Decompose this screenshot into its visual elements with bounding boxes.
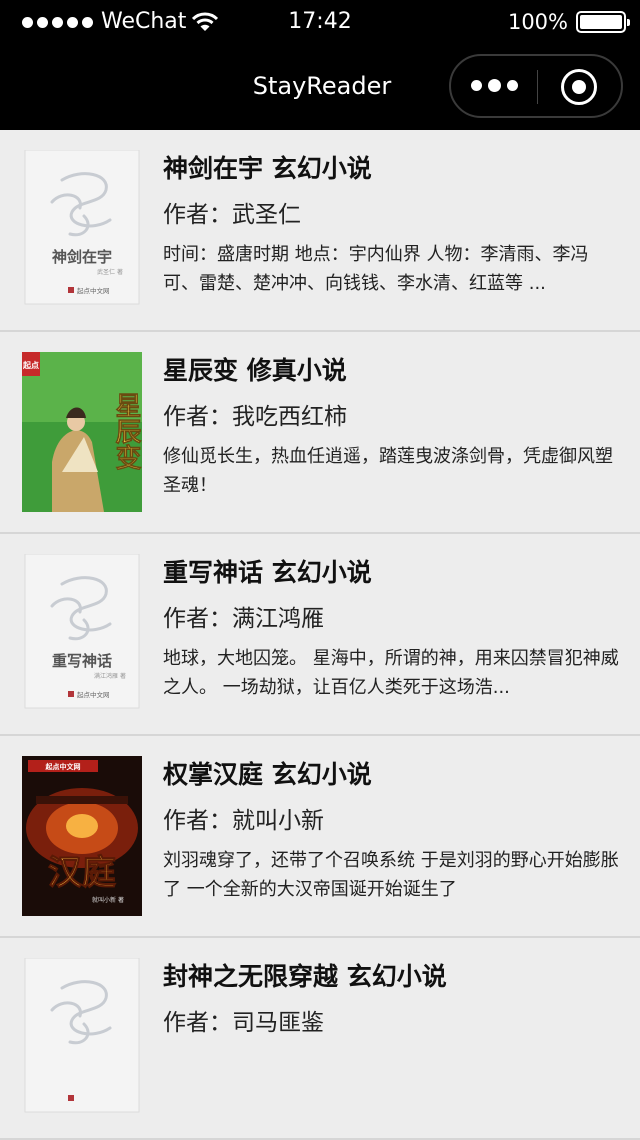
svg-text:星辰变: 星辰变 [111,392,141,470]
svg-text:武圣仁 著: 武圣仁 著 [97,268,123,276]
book-author: 作者：我吃西红柿 [163,404,347,430]
battery-icon [576,11,630,33]
battery-fill [580,15,622,29]
book-title: 权掌汉庭 玄幻小说 [163,760,372,789]
book-description: 刘羽魂穿了，还带了个召唤系统 于是刘羽的野心开始膨胀了 一个全新的大汉帝国诞开始… [163,850,619,900]
svg-text:满江鸿雁 著: 满江鸿雁 著 [94,672,126,680]
book-list: 神剑在宇 武圣仁 著起点中文网 神剑在宇 玄幻小说 作者：武圣仁 时间：盛唐时期 地点：… [0,130,640,1140]
book-list-item[interactable]: 起点中文网 汉庭 就叫小新 著权掌汉庭 玄幻小说 作者：就叫小新 刘羽魂穿了，还带了个召… [0,736,640,938]
book-title: 神剑在宇 玄幻小说 [163,154,372,183]
book-author: 作者：就叫小新 [163,808,324,834]
svg-text:汉庭: 汉庭 [48,853,116,893]
svg-text:神剑在宇: 神剑在宇 [52,248,112,266]
book-list-item[interactable]: 封神之无限穿越 玄幻小说 作者：司马匪鉴 [0,938,640,1140]
book-cover-image: 神剑在宇武圣仁 著起点中文网 [22,150,142,310]
book-cover-image: 重写神话满江鸿雁 著起点中文网 [22,554,142,714]
book-title: 封神之无限穿越 玄幻小说 [163,962,447,991]
book-description: 地球，大地囚笼。 星海中，所谓的神，用来囚禁冒犯神威之人。 一场劫狱，让百亿人类… [163,648,619,698]
svg-text:起点中文网: 起点中文网 [77,690,110,699]
status-bar: WeChat 17:42 100% [0,0,640,44]
battery-area: 100% [507,8,630,36]
more-button[interactable] [471,79,518,92]
svg-text:起点: 起点 [22,360,39,370]
book-author: 作者：司马匪鉴 [163,1010,324,1036]
book-cover-image: 起点中文网汉庭就叫小新 著 [22,756,142,916]
capsule-divider [537,70,538,104]
book-description: 时间：盛唐时期 地点：宇内仙界 人物：李清雨、李冯可、雷楚、楚冲冲、向钱钱、李水… [163,244,589,294]
book-author: 作者：武圣仁 [163,202,301,228]
book-cover-image: 起点星辰变 [22,352,142,512]
book-list-item[interactable]: 神剑在宇 武圣仁 著起点中文网 神剑在宇 玄幻小说 作者：武圣仁 时间：盛唐时期 地点：… [0,130,640,332]
svg-text:重写神话: 重写神话 [52,652,112,670]
svg-text:就叫小新 著: 就叫小新 著 [92,896,124,904]
nav-bar: StayReader [0,44,640,130]
miniprogram-capsule [449,54,623,118]
svg-text:起点中文网: 起点中文网 [77,286,110,295]
book-title: 重写神话 玄幻小说 [163,558,372,587]
book-list-item[interactable]: 重写神话 满江鸿雁 著起点中文网 重写神话 玄幻小说 作者：满江鸿雁 地球，大地囚笼。 … [0,534,640,736]
battery-percentage: 100% [507,10,568,34]
book-author: 作者：满江鸿雁 [163,606,324,632]
svg-text:起点中文网: 起点中文网 [45,762,81,771]
book-list-item[interactable]: 起点星辰变 星辰变 修真小说 作者：我吃西红柿修仙觅长生，热血任逍遥，踏莲曳波涤剑骨… [0,332,640,534]
book-description: 修仙觅长生，热血任逍遥，踏莲曳波涤剑骨，凭虚御风塑圣魂！ [163,446,613,496]
close-button[interactable] [561,69,597,105]
book-title: 星辰变 修真小说 [163,356,347,385]
book-cover-image [22,958,142,1118]
